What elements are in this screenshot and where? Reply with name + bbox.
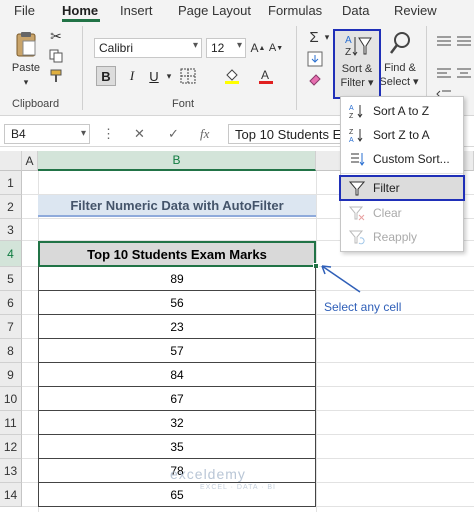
annotation-text: Select any cell — [324, 300, 402, 314]
watermark-tagline: EXCEL · DATA · BI — [200, 484, 276, 491]
annotation-arrow — [321, 265, 361, 293]
watermark-logo: exceldemy — [170, 466, 246, 482]
